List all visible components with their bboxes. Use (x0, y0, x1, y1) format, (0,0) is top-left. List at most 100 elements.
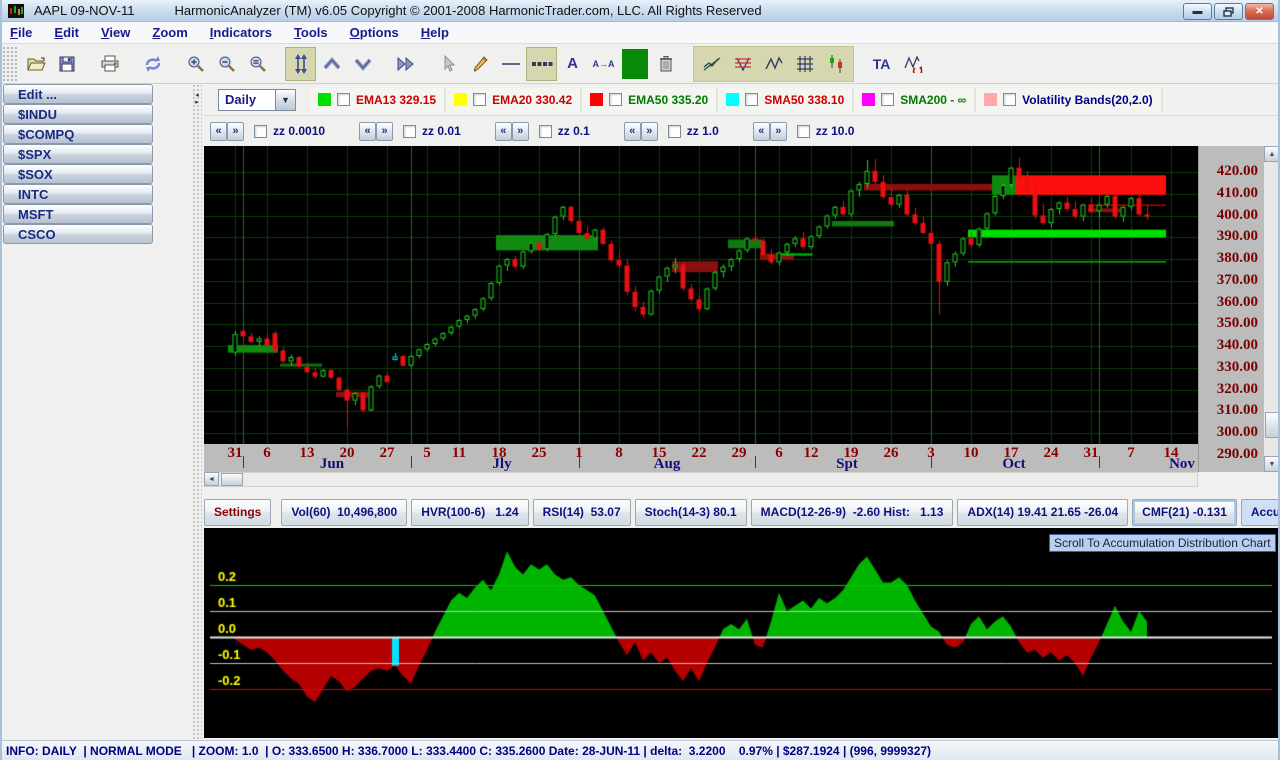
menu-help[interactable]: Help (421, 25, 449, 40)
zz-prev-icon[interactable]: « (624, 122, 641, 141)
zz-next-icon[interactable]: » (376, 122, 393, 141)
zz-prev-icon[interactable]: « (495, 122, 512, 141)
zz-next-icon[interactable]: » (227, 122, 244, 141)
scrollbar-left-icon[interactable]: ◄ (204, 472, 219, 486)
zz-checkbox[interactable] (539, 125, 552, 138)
restore-button[interactable] (1214, 3, 1243, 20)
toolbar-grip[interactable] (2, 46, 18, 82)
menu-indicators[interactable]: Indicators (210, 25, 272, 40)
tab-rsi[interactable]: RSI(14) 53.07 (533, 499, 631, 526)
tab-accum-diss[interactable]: Accum/Diss(20) (1241, 499, 1280, 526)
cmf-chart-canvas[interactable] (204, 528, 1280, 738)
save-button[interactable] (51, 47, 82, 81)
dots-tool-button[interactable] (526, 47, 557, 81)
period-dropdown-icon[interactable]: ▼ (276, 89, 296, 111)
zz-checkbox[interactable] (403, 125, 416, 138)
menu-file[interactable]: File (10, 25, 32, 40)
zz-next-icon[interactable]: » (770, 122, 787, 141)
tab-hvr[interactable]: HVR(100-6) 1.24 (411, 499, 528, 526)
scroll-up-button[interactable] (316, 47, 347, 81)
sidebar-item-spx[interactable]: $SPX (3, 144, 153, 164)
sidebar-splitter[interactable]: ◂▸ (192, 84, 202, 740)
zoom-in-button[interactable] (180, 47, 211, 81)
legend-checkbox[interactable] (609, 93, 622, 106)
candle-scale-button[interactable] (285, 47, 316, 81)
close-button[interactable]: ✕ (1245, 3, 1274, 20)
splitter-collapse-icon[interactable]: ◂▸ (192, 92, 202, 106)
vertical-scrollbar[interactable]: ▲ ▼ (1264, 146, 1280, 472)
scrollbar-up-icon[interactable]: ▲ (1264, 146, 1280, 162)
grid-toggle-button[interactable] (789, 47, 820, 81)
sidebar-item-intc[interactable]: INTC (3, 184, 153, 204)
sidebar-item-sox[interactable]: $SOX (3, 164, 153, 184)
refresh-button[interactable] (137, 47, 168, 81)
tab-cmf[interactable]: CMF(21) -0.131 (1132, 499, 1237, 526)
trend-tool-button[interactable] (696, 47, 727, 81)
tab-settings[interactable]: Settings (204, 499, 271, 526)
period-select[interactable]: Daily (218, 89, 276, 111)
ta-button[interactable]: TA (866, 47, 897, 81)
text-size-button[interactable]: A→A (588, 47, 619, 81)
menu-view[interactable]: View (101, 25, 130, 40)
delete-button[interactable] (650, 47, 681, 81)
tab-macd[interactable]: MACD(12-26-9) -2.60 Hist: 1.13 (751, 499, 954, 526)
zz-next-icon[interactable]: » (512, 122, 529, 141)
zz-checkbox[interactable] (254, 125, 267, 138)
minimize-button[interactable]: ▬ (1183, 3, 1212, 20)
zz-label: zz 1.0 (687, 124, 719, 138)
legend-checkbox[interactable] (1003, 93, 1016, 106)
menu-zoom[interactable]: Zoom (152, 25, 187, 40)
menu-options[interactable]: Options (350, 25, 399, 40)
trend-lines-icon (702, 55, 722, 73)
open-button[interactable] (20, 47, 51, 81)
print-button[interactable] (94, 47, 125, 81)
date-axis: 3161320275111825181522296121926310172431… (204, 444, 1198, 472)
fibonacci-tool-button[interactable] (727, 47, 758, 81)
color-swatch-button[interactable] (619, 47, 650, 81)
wave-reset-icon (903, 55, 923, 73)
tab-adx[interactable]: ADX(14) 19.41 21.65 -26.04 (957, 499, 1128, 526)
zz-prev-icon[interactable]: « (753, 122, 770, 141)
month-label: Jly (492, 456, 511, 472)
zoom-reset-button[interactable] (242, 47, 273, 81)
sidebar-item-compq[interactable]: $COMPQ (3, 124, 153, 144)
tab-stoch[interactable]: Stoch(14-3) 80.1 (635, 499, 747, 526)
date-tick: 25 (532, 445, 547, 462)
zz-checkbox[interactable] (668, 125, 681, 138)
zoom-out-button[interactable] (211, 47, 242, 81)
sidebar-item-msft[interactable]: MSFT (3, 204, 153, 224)
legend-checkbox[interactable] (473, 93, 486, 106)
fast-forward-button[interactable] (390, 47, 421, 81)
zz-prev-icon[interactable]: « (210, 122, 227, 141)
vertical-scroll-thumb[interactable] (1265, 412, 1279, 438)
sidebar-item-edit[interactable]: Edit ... (3, 84, 153, 104)
price-axis[interactable]: 420.00410.00400.00390.00380.00370.00360.… (1198, 146, 1264, 472)
zz-prev-icon[interactable]: « (359, 122, 376, 141)
scrollbar-down-icon[interactable]: ▼ (1264, 456, 1280, 472)
text-tool-button[interactable]: A (557, 47, 588, 81)
date-tick: 13 (300, 445, 315, 462)
scroll-down-button[interactable] (347, 47, 378, 81)
horizontal-scrollbar[interactable]: ◄ (204, 472, 1198, 487)
zigzag-tool-button[interactable] (758, 47, 789, 81)
menu-edit[interactable]: Edit (54, 25, 79, 40)
tab-vol[interactable]: Vol(60) 10,496,800 (281, 499, 407, 526)
legend-checkbox[interactable] (881, 93, 894, 106)
pointer-tool-button[interactable] (433, 47, 464, 81)
menu-tools[interactable]: Tools (294, 25, 328, 40)
sidebar-item-indu[interactable]: $INDU (3, 104, 153, 124)
pencil-icon (471, 55, 489, 73)
sidebar-item-csco[interactable]: CSCO (3, 224, 153, 244)
draw-tool-button[interactable] (464, 47, 495, 81)
color-chip (862, 93, 875, 106)
horizontal-scroll-thumb[interactable] (221, 473, 243, 486)
price-chart-canvas[interactable] (204, 146, 1198, 444)
legend-checkbox[interactable] (745, 93, 758, 106)
zz-next-icon[interactable]: » (641, 122, 658, 141)
candle-style-button[interactable] (820, 47, 851, 81)
zz-checkbox[interactable] (797, 125, 810, 138)
price-tick: 310.00 (1217, 402, 1258, 419)
harmonic-reset-button[interactable] (897, 47, 928, 81)
line-tool-button[interactable] (495, 47, 526, 81)
legend-checkbox[interactable] (337, 93, 350, 106)
